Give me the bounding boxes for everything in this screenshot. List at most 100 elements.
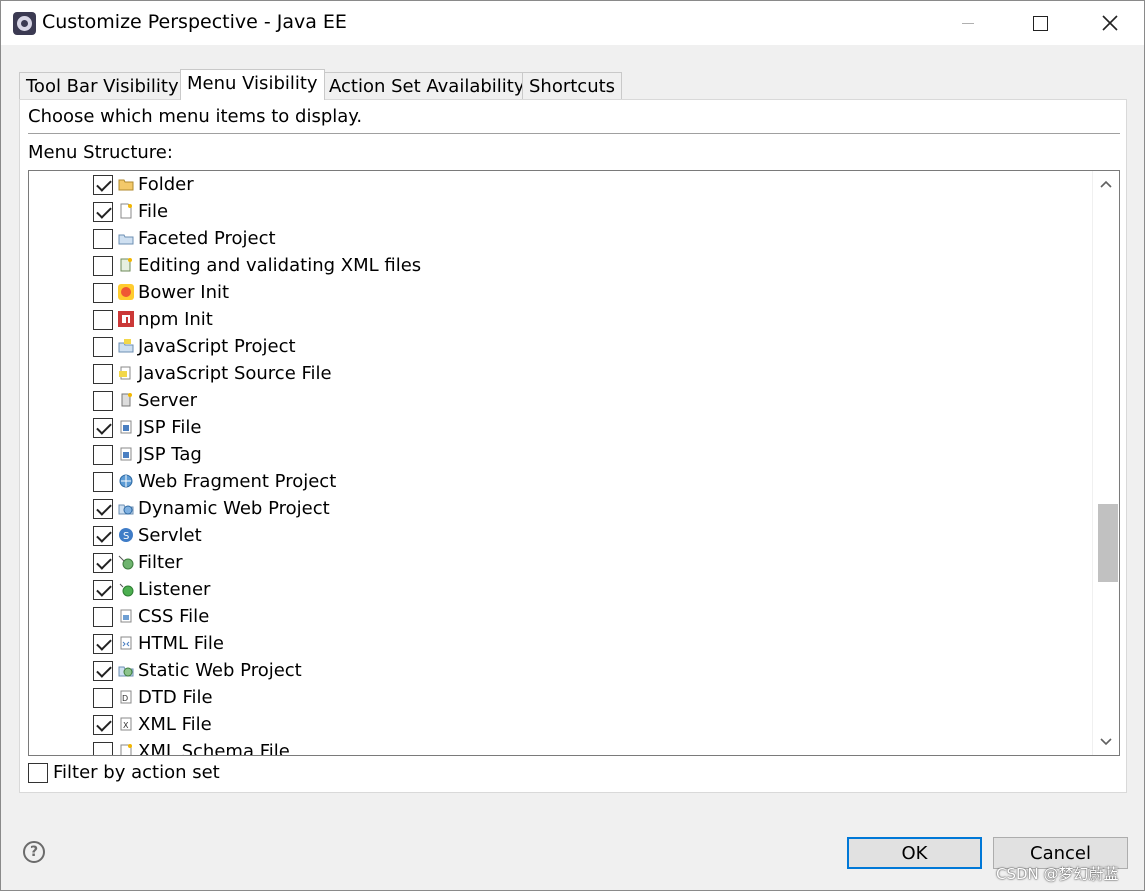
scroll-down-arrow-icon[interactable] — [1093, 729, 1119, 755]
instructions-text: Choose which menu items to display. — [28, 106, 363, 127]
tree-item-label: Listener — [138, 579, 211, 600]
listener-icon — [118, 581, 134, 597]
scroll-thumb[interactable] — [1098, 504, 1118, 582]
tree-item[interactable]: Server — [29, 387, 1089, 414]
tree-item[interactable]: HTML File — [29, 630, 1089, 657]
checkbox-checked[interactable] — [93, 499, 113, 519]
maximize-button[interactable] — [1008, 1, 1072, 45]
tree-item-label: npm Init — [138, 309, 213, 330]
tree-item[interactable]: JSP Tag — [29, 441, 1089, 468]
folder-icon — [118, 176, 134, 192]
close-button[interactable] — [1078, 1, 1142, 45]
menu-structure-tree[interactable]: XML Schema File X XML File D DTD File Static … — [28, 170, 1120, 756]
xml-file-icon: X — [118, 716, 134, 732]
tree-item-label: Bower Init — [138, 282, 230, 303]
svg-text:S: S — [123, 531, 129, 542]
npm-icon — [118, 311, 134, 327]
checkbox-unchecked[interactable] — [93, 445, 113, 465]
bower-icon — [118, 284, 134, 300]
vertical-scrollbar[interactable] — [1092, 171, 1119, 755]
tree-item[interactable]: JSP File — [29, 414, 1089, 441]
close-icon — [1102, 15, 1118, 31]
checkbox-checked[interactable] — [93, 202, 113, 222]
checkbox-unchecked[interactable] — [93, 688, 113, 708]
checkbox-unchecked[interactable] — [93, 742, 113, 755]
javascript-file-icon — [118, 365, 134, 381]
minimize-button[interactable] — [936, 1, 1000, 45]
tree-item[interactable]: XML Schema File — [29, 738, 1089, 756]
tree-item[interactable]: Folder — [29, 171, 1089, 198]
checkbox-unchecked[interactable] — [93, 229, 113, 249]
servlet-icon: S — [118, 527, 134, 543]
checkbox-checked[interactable] — [93, 634, 113, 654]
checkbox-checked[interactable] — [93, 175, 113, 195]
customize-perspective-dialog: Customize Perspective - Java EE Tool Bar… — [0, 0, 1145, 891]
tree-item-label: Server — [138, 390, 198, 411]
checkbox-checked[interactable] — [93, 553, 113, 573]
xml-project-icon — [118, 257, 134, 273]
checkbox-unchecked[interactable] — [93, 283, 113, 303]
checkbox-checked[interactable] — [93, 580, 113, 600]
jsp-file-icon — [118, 419, 134, 435]
checkbox-unchecked[interactable] — [93, 256, 113, 276]
static-web-project-icon — [118, 662, 134, 678]
tree-item-label: HTML File — [138, 633, 224, 654]
checkbox-unchecked[interactable] — [93, 337, 113, 357]
dynamic-web-project-icon — [118, 500, 134, 516]
tree-item-label: Web Fragment Project — [138, 471, 337, 492]
tree-item-label: Folder — [138, 174, 194, 195]
checkbox-unchecked[interactable] — [93, 607, 113, 627]
tree-item-label: XML Schema File — [138, 741, 290, 756]
checkbox-checked[interactable] — [93, 661, 113, 681]
web-fragment-icon — [118, 473, 134, 489]
tree-item[interactable]: Faceted Project — [29, 225, 1089, 252]
tree-item-label: JavaScript Source File — [138, 363, 332, 384]
xml-schema-icon — [118, 743, 134, 755]
tree-item[interactable]: CSS File — [29, 603, 1089, 630]
tree-item[interactable]: Editing and validating XML files — [29, 252, 1089, 279]
tab-action-set-availability[interactable]: Action Set Availability — [322, 72, 532, 100]
tree-item-label: JavaScript Project — [138, 336, 296, 357]
scroll-up-arrow-icon[interactable] — [1093, 171, 1119, 197]
checkbox-unchecked[interactable] — [93, 364, 113, 384]
filter-by-action-set-checkbox[interactable] — [28, 763, 48, 783]
tree-item-label: DTD File — [138, 687, 213, 708]
tree-item[interactable]: File — [29, 198, 1089, 225]
checkbox-checked[interactable] — [93, 715, 113, 735]
help-icon[interactable]: ? — [23, 841, 45, 863]
checkbox-checked[interactable] — [93, 526, 113, 546]
svg-text:X: X — [123, 721, 129, 730]
tree-item[interactable]: npm Init — [29, 306, 1089, 333]
tree-item[interactable]: Filter — [29, 549, 1089, 576]
checkbox-checked[interactable] — [93, 418, 113, 438]
tab-menu-visibility[interactable]: Menu Visibility — [180, 69, 325, 100]
tree-item-label: JSP File — [138, 417, 202, 438]
tree-item[interactable]: S Servlet — [29, 522, 1089, 549]
tree-item[interactable]: JavaScript Source File — [29, 360, 1089, 387]
tree-item-label: CSS File — [138, 606, 210, 627]
checkbox-unchecked[interactable] — [93, 310, 113, 330]
tree-item-label: Servlet — [138, 525, 202, 546]
jsp-tag-icon — [118, 446, 134, 462]
svg-text:D: D — [122, 694, 128, 703]
checkbox-unchecked[interactable] — [93, 391, 113, 411]
watermark: CSDN @梦幻蔚蓝 — [996, 865, 1119, 883]
ok-button[interactable]: OK — [847, 837, 982, 869]
checkbox-unchecked[interactable] — [93, 472, 113, 492]
tree-item[interactable]: JavaScript Project — [29, 333, 1089, 360]
filter-by-action-set-label: Filter by action set — [53, 762, 220, 783]
tree-item[interactable]: Bower Init — [29, 279, 1089, 306]
tree-item[interactable]: X XML File — [29, 711, 1089, 738]
minimize-icon — [962, 22, 974, 24]
tree-item[interactable]: Listener — [29, 576, 1089, 603]
tab-tool-bar-visibility[interactable]: Tool Bar Visibility — [19, 72, 186, 100]
tree-item[interactable]: D DTD File — [29, 684, 1089, 711]
tree-item[interactable]: Web Fragment Project — [29, 468, 1089, 495]
tree-item-label: Faceted Project — [138, 228, 276, 249]
separator — [28, 133, 1120, 134]
menu-structure-label: Menu Structure: — [28, 142, 173, 163]
server-icon — [118, 392, 134, 408]
tree-item[interactable]: Dynamic Web Project — [29, 495, 1089, 522]
tab-shortcuts[interactable]: Shortcuts — [522, 72, 623, 100]
tree-item[interactable]: Static Web Project — [29, 657, 1089, 684]
